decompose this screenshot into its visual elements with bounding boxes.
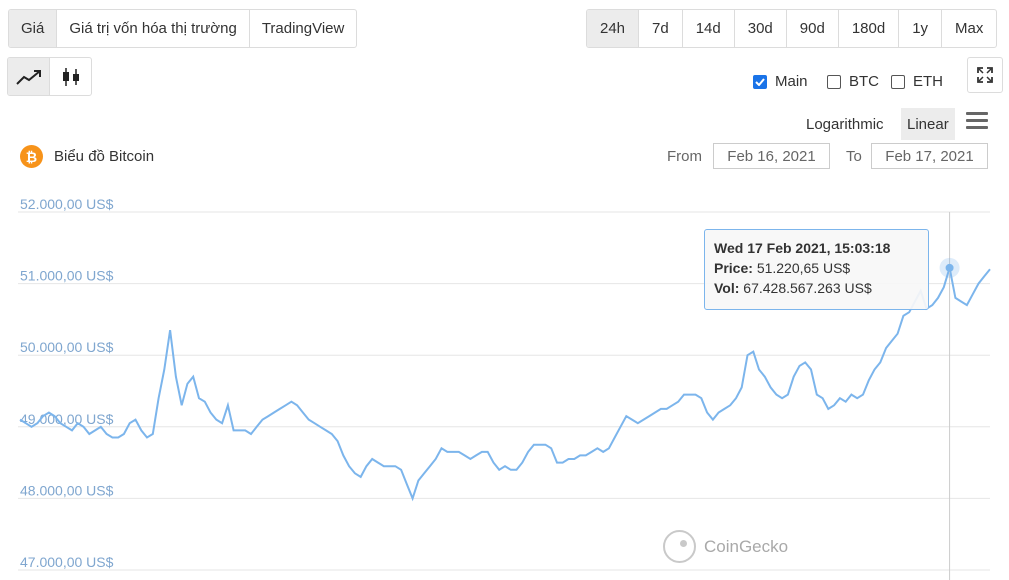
chart-type-group: [7, 57, 92, 96]
tooltip-vol-label: Vol:: [714, 280, 740, 296]
tab-group: Giá Giá trị vốn hóa thị trường TradingVi…: [8, 9, 358, 48]
y-axis-labels: 52.000,00 US$ 51.000,00 US$ 50.000,00 US$ 4…: [20, 196, 114, 570]
tab-price[interactable]: Giá: [9, 10, 58, 47]
y-tick-label: 47.000,00 US$: [20, 554, 114, 570]
btc-checkbox-label: BTC: [849, 73, 879, 90]
range-90d-button[interactable]: 90d: [787, 10, 839, 47]
candlestick-button[interactable]: [50, 58, 91, 95]
expand-icon: [977, 67, 993, 83]
chart-tooltip: Wed 17 Feb 2021, 15:03:18 Price: 51.220,…: [704, 229, 929, 310]
eth-checkbox[interactable]: ETH: [891, 73, 943, 90]
checkbox-empty-icon: [827, 74, 841, 89]
bitcoin-icon: ₿: [20, 145, 43, 168]
range-24h-button[interactable]: 24h: [587, 10, 640, 47]
scale-linear-button[interactable]: Linear: [901, 108, 955, 140]
tooltip-price-label: Price:: [714, 260, 753, 276]
main-checkbox-label: Main: [775, 73, 808, 90]
candlestick-icon: [62, 67, 79, 86]
main-checkbox[interactable]: Main: [753, 73, 808, 90]
range-30d-button[interactable]: 30d: [735, 10, 787, 47]
to-date-input[interactable]: Feb 17, 2021: [871, 143, 988, 169]
range-1y-button[interactable]: 1y: [899, 10, 943, 47]
eth-checkbox-label: ETH: [913, 73, 943, 90]
coingecko-watermark: CoinGecko: [663, 530, 788, 563]
chart-menu-icon[interactable]: [966, 112, 988, 130]
watermark-text: CoinGecko: [704, 536, 789, 556]
tooltip-vol-value: 67.428.567.263 US$: [743, 280, 872, 296]
chart-title: ₿ Biểu đồ Bitcoin: [20, 145, 154, 168]
tooltip-price-value: 51.220,65 US$: [756, 260, 851, 276]
line-chart-button[interactable]: [8, 58, 50, 95]
to-label: To: [846, 148, 862, 165]
range-7d-button[interactable]: 7d: [639, 10, 683, 47]
tab-tradingview[interactable]: TradingView: [250, 10, 357, 47]
y-tick-label: 51.000,00 US$: [20, 268, 114, 284]
range-max-button[interactable]: Max: [942, 10, 996, 47]
checkbox-checked-icon: [753, 74, 767, 89]
scale-logarithmic-button[interactable]: Logarithmic: [801, 108, 889, 140]
time-range-group: 24h 7d 14d 30d 90d 180d 1y Max: [586, 9, 998, 48]
hover-point: [945, 263, 954, 272]
from-date-input[interactable]: Feb 16, 2021: [713, 143, 830, 169]
y-tick-label: 52.000,00 US$: [20, 196, 114, 212]
btc-checkbox[interactable]: BTC: [827, 73, 879, 90]
y-tick-label: 50.000,00 US$: [20, 339, 114, 355]
range-14d-button[interactable]: 14d: [683, 10, 735, 47]
line-chart-icon: [15, 69, 41, 85]
checkbox-empty-icon: [891, 74, 905, 89]
range-180d-button[interactable]: 180d: [839, 10, 900, 47]
fullscreen-button[interactable]: [967, 57, 1003, 93]
coingecko-logo-icon: [663, 530, 696, 563]
from-label: From: [667, 148, 702, 165]
tooltip-datetime: Wed 17 Feb 2021, 15:03:18: [714, 240, 891, 256]
y-tick-label: 48.000,00 US$: [20, 482, 114, 498]
chart-title-text: Biểu đồ Bitcoin: [54, 148, 155, 165]
tab-market-cap[interactable]: Giá trị vốn hóa thị trường: [57, 10, 250, 47]
